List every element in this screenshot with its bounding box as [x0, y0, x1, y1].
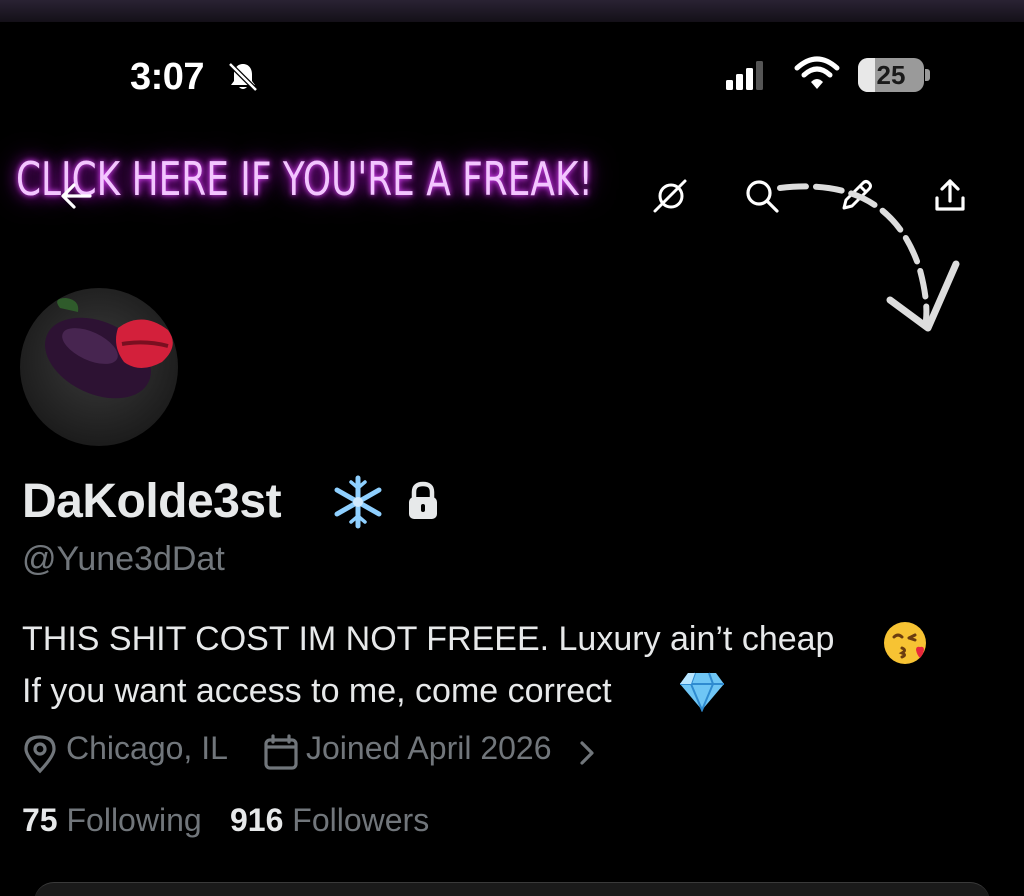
battery-icon: 25 [858, 58, 930, 92]
bottom-panel-edge [34, 882, 990, 896]
wifi-icon [794, 56, 840, 89]
bio-line-2: If you want access to me, come correct [22, 672, 612, 710]
location-text: Chicago, IL [66, 730, 228, 766]
calendar-icon [264, 734, 298, 770]
avatar[interactable] [20, 288, 178, 446]
battery-level: 25 [876, 60, 906, 90]
neon-banner-link[interactable]: CLICK HERE IF YOU'RE A FREAK! [16, 152, 593, 206]
joined-date-link[interactable]: Joined April 2026 [306, 730, 552, 767]
handle: @Yune3dDat [22, 540, 225, 578]
followers-count: 916 [230, 802, 284, 838]
top-edge-strip [0, 0, 1024, 22]
snowflake-icon [334, 475, 382, 529]
location-pin-icon [24, 735, 56, 774]
status-time: 3:07 [130, 56, 205, 98]
grok-icon[interactable] [650, 176, 690, 216]
followers-label: Followers [292, 802, 430, 838]
following-link[interactable]: 75 Following [22, 802, 202, 839]
following-label: Following [66, 802, 202, 838]
display-name: DaKolde3st [22, 475, 282, 528]
eggplant-lips-icon [45, 298, 173, 399]
bell-slash-icon [228, 62, 258, 92]
back-arrow-icon[interactable] [56, 176, 96, 216]
followers-link[interactable]: 916 Followers [230, 802, 429, 839]
curved-arrow-icon [777, 183, 960, 332]
cellular-signal-icon [726, 61, 763, 90]
kissing-face-icon [884, 622, 926, 664]
chevron-right-icon[interactable] [576, 738, 598, 768]
lock-icon [409, 481, 437, 519]
gem-stone-icon [680, 672, 724, 712]
bio-line-1: THIS SHIT COST IM NOT FREEE. Luxury ain’… [22, 620, 835, 658]
following-count: 75 [22, 802, 58, 838]
